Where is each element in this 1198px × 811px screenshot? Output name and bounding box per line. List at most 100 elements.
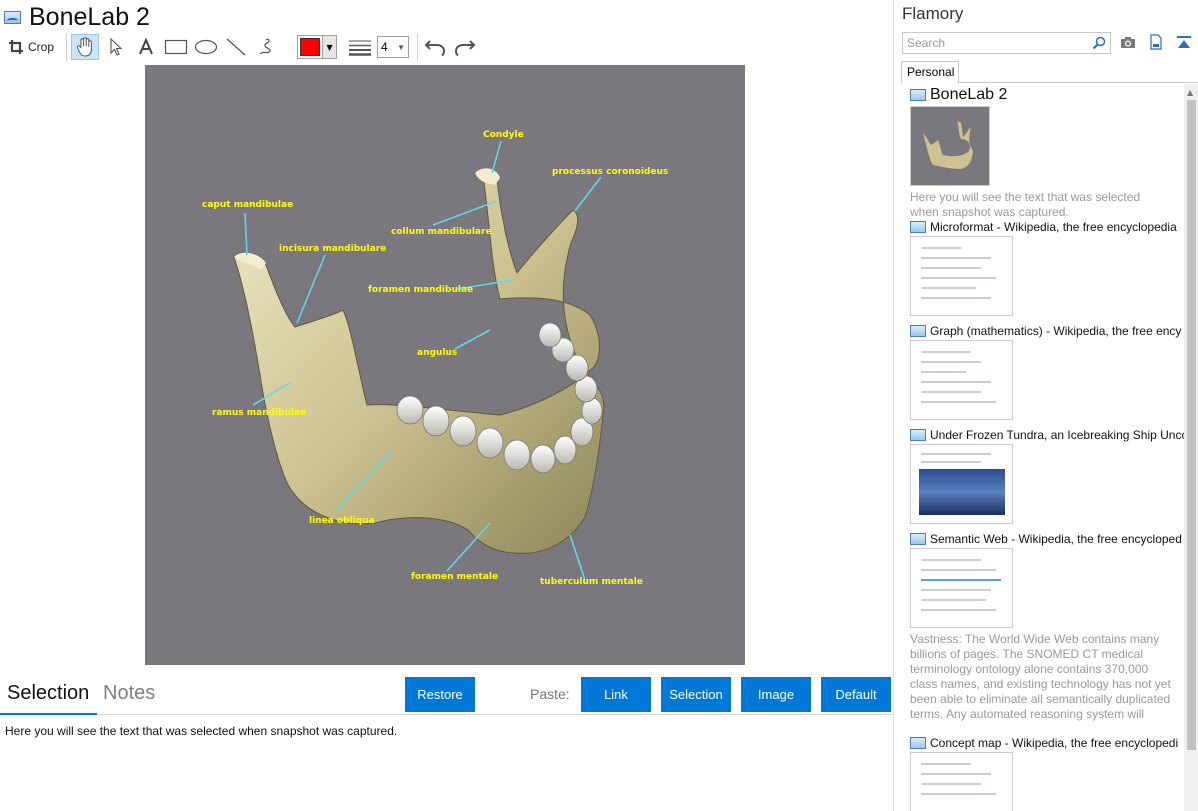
rectangle-tool-button[interactable] (163, 34, 189, 60)
paste-label: Paste: (530, 686, 570, 702)
line-width-icon (347, 34, 373, 60)
item-title: Semantic Web - Wikipedia, the free encyc… (930, 532, 1182, 546)
tab-notes[interactable]: Notes (103, 682, 155, 705)
app-icon (4, 10, 21, 24)
search-placeholder: Search (907, 36, 946, 50)
undo-icon (424, 40, 446, 57)
ellipse-icon (194, 39, 218, 55)
paste-link-button[interactable]: Link (581, 677, 651, 712)
toolbar: Crop ▼ 4 ▼ (4, 33, 482, 61)
hand-tool-button[interactable] (71, 34, 100, 60)
item-title: Graph (mathematics) - Wikipedia, the fre… (930, 324, 1182, 338)
snapshot-icon (910, 533, 926, 545)
line-width-select[interactable]: 4 ▼ (377, 36, 410, 58)
snapshot-icon (910, 429, 926, 441)
label-tuberculum-mentale: tuberculum mentale (540, 577, 643, 587)
document-title: BoneLab 2 (29, 2, 150, 31)
label-linea-obliqua: linea obliqua (309, 516, 375, 526)
label-angulus: angulus (417, 348, 457, 358)
title-bar: BoneLab 2 (4, 2, 150, 32)
collapse-icon[interactable] (1176, 34, 1192, 50)
line-width-value: 4 (381, 40, 388, 54)
paste-default-button[interactable]: Default (821, 677, 891, 712)
list-item[interactable]: BoneLab 2 Here you will see the text tha… (910, 86, 1185, 220)
scroll-up-icon[interactable]: ▲ (1187, 88, 1193, 97)
redo-icon (455, 40, 476, 57)
line-tool-button[interactable] (223, 34, 249, 60)
pointer-icon (110, 37, 123, 56)
undo-button[interactable] (422, 34, 448, 60)
item-thumbnail (910, 752, 1013, 811)
label-condyle: Condyle (483, 130, 524, 140)
thumbnail-photo (919, 469, 1005, 515)
paste-selection-button[interactable]: Selection (661, 677, 731, 712)
sidebar-title: Flamory (902, 4, 964, 23)
main-area: BoneLab 2 Crop ▼ 4 ▼ Condyle processus c… (0, 0, 893, 811)
tab-selection[interactable]: Selection (7, 682, 89, 705)
ellipse-tool-button[interactable] (193, 34, 219, 60)
freehand-icon (259, 38, 271, 55)
item-thumbnail (910, 340, 1013, 420)
flamory-sidebar: Flamory Search Personal BoneLab 2 Here y… (893, 0, 1198, 811)
chevron-down-icon: ▼ (322, 36, 337, 58)
label-incisura-mandibulare: incisura mandibulare (279, 244, 386, 254)
list-item[interactable]: Concept map - Wikipedia, the free encycl… (910, 736, 1185, 811)
bottom-bar: Selection Notes Restore Paste: Link Sele… (0, 677, 893, 715)
snapshot-list: BoneLab 2 Here you will see the text tha… (894, 84, 1185, 811)
tab-divider (959, 82, 1198, 83)
label-processus-coronoideus: processus coronoideus (552, 167, 668, 177)
color-swatch (300, 38, 321, 56)
restore-button[interactable]: Restore (405, 677, 475, 712)
list-item[interactable]: Microformat - Wikipedia, the free encycl… (910, 220, 1185, 316)
item-thumbnail (910, 444, 1013, 524)
selection-text[interactable]: Here you will see the text that was sele… (5, 724, 397, 738)
select-tool-button[interactable] (103, 34, 129, 60)
item-title: Microformat - Wikipedia, the free encycl… (930, 220, 1177, 234)
camera-icon[interactable] (1120, 34, 1136, 50)
hand-icon (76, 37, 92, 57)
item-thumbnail (910, 106, 990, 186)
list-item[interactable]: Semantic Web - Wikipedia, the free encyc… (910, 532, 1185, 724)
active-tab-indicator (0, 713, 97, 715)
toolbar-separator (66, 33, 68, 61)
rectangle-icon (164, 39, 188, 55)
scrollbar-thumb[interactable] (1187, 100, 1196, 750)
search-icon[interactable] (1092, 36, 1106, 50)
snapshot-image[interactable]: Condyle processus coronoideus caput mand… (145, 65, 745, 665)
snapshot-icon (910, 89, 926, 101)
list-item[interactable]: Graph (mathematics) - Wikipedia, the fre… (910, 324, 1185, 420)
color-picker[interactable]: ▼ (297, 35, 338, 59)
document-icon[interactable] (1148, 34, 1164, 50)
text-icon (139, 38, 153, 55)
label-foramen-mentale: foramen mentale (411, 572, 498, 582)
item-description: Here you will see the text that was sele… (910, 190, 1141, 219)
redo-button[interactable] (452, 34, 478, 60)
item-title: Concept map - Wikipedia, the free encycl… (930, 736, 1179, 750)
snapshot-icon (910, 737, 926, 749)
sidebar-toolbar (1120, 34, 1192, 50)
label-ramus-mandibulae: ramus mandibulae (212, 408, 306, 418)
paste-image-button[interactable]: Image (741, 677, 811, 712)
label-foramen-mandibulae: foramen mandibulae (368, 285, 473, 295)
crop-button[interactable]: Crop (4, 34, 58, 60)
crop-label: Crop (28, 40, 55, 54)
label-caput-mandibulae: caput mandibulae (202, 200, 293, 210)
line-icon (226, 38, 246, 56)
chevron-down-icon: ▼ (397, 42, 406, 52)
item-thumbnail (910, 548, 1013, 628)
item-description: Vastness: The World Wide Web contains ma… (910, 632, 1171, 724)
item-title: BoneLab 2 (930, 86, 1008, 103)
item-thumbnail (910, 236, 1013, 316)
crop-icon (9, 40, 23, 54)
list-item[interactable]: Under Frozen Tundra, an Icebreaking Ship… (910, 428, 1185, 524)
sidebar-scrollbar[interactable]: ▲ (1184, 84, 1198, 811)
tab-personal[interactable]: Personal (901, 61, 959, 83)
freehand-tool-button[interactable] (253, 34, 279, 60)
label-collum-mandibulare: collum mandibulare (391, 227, 492, 237)
item-title: Under Frozen Tundra, an Icebreaking Ship… (930, 428, 1185, 442)
text-tool-button[interactable] (133, 34, 159, 60)
snapshot-icon (910, 325, 926, 337)
search-input[interactable]: Search (902, 32, 1111, 54)
snapshot-icon (910, 221, 926, 233)
toolbar-separator (417, 33, 419, 61)
